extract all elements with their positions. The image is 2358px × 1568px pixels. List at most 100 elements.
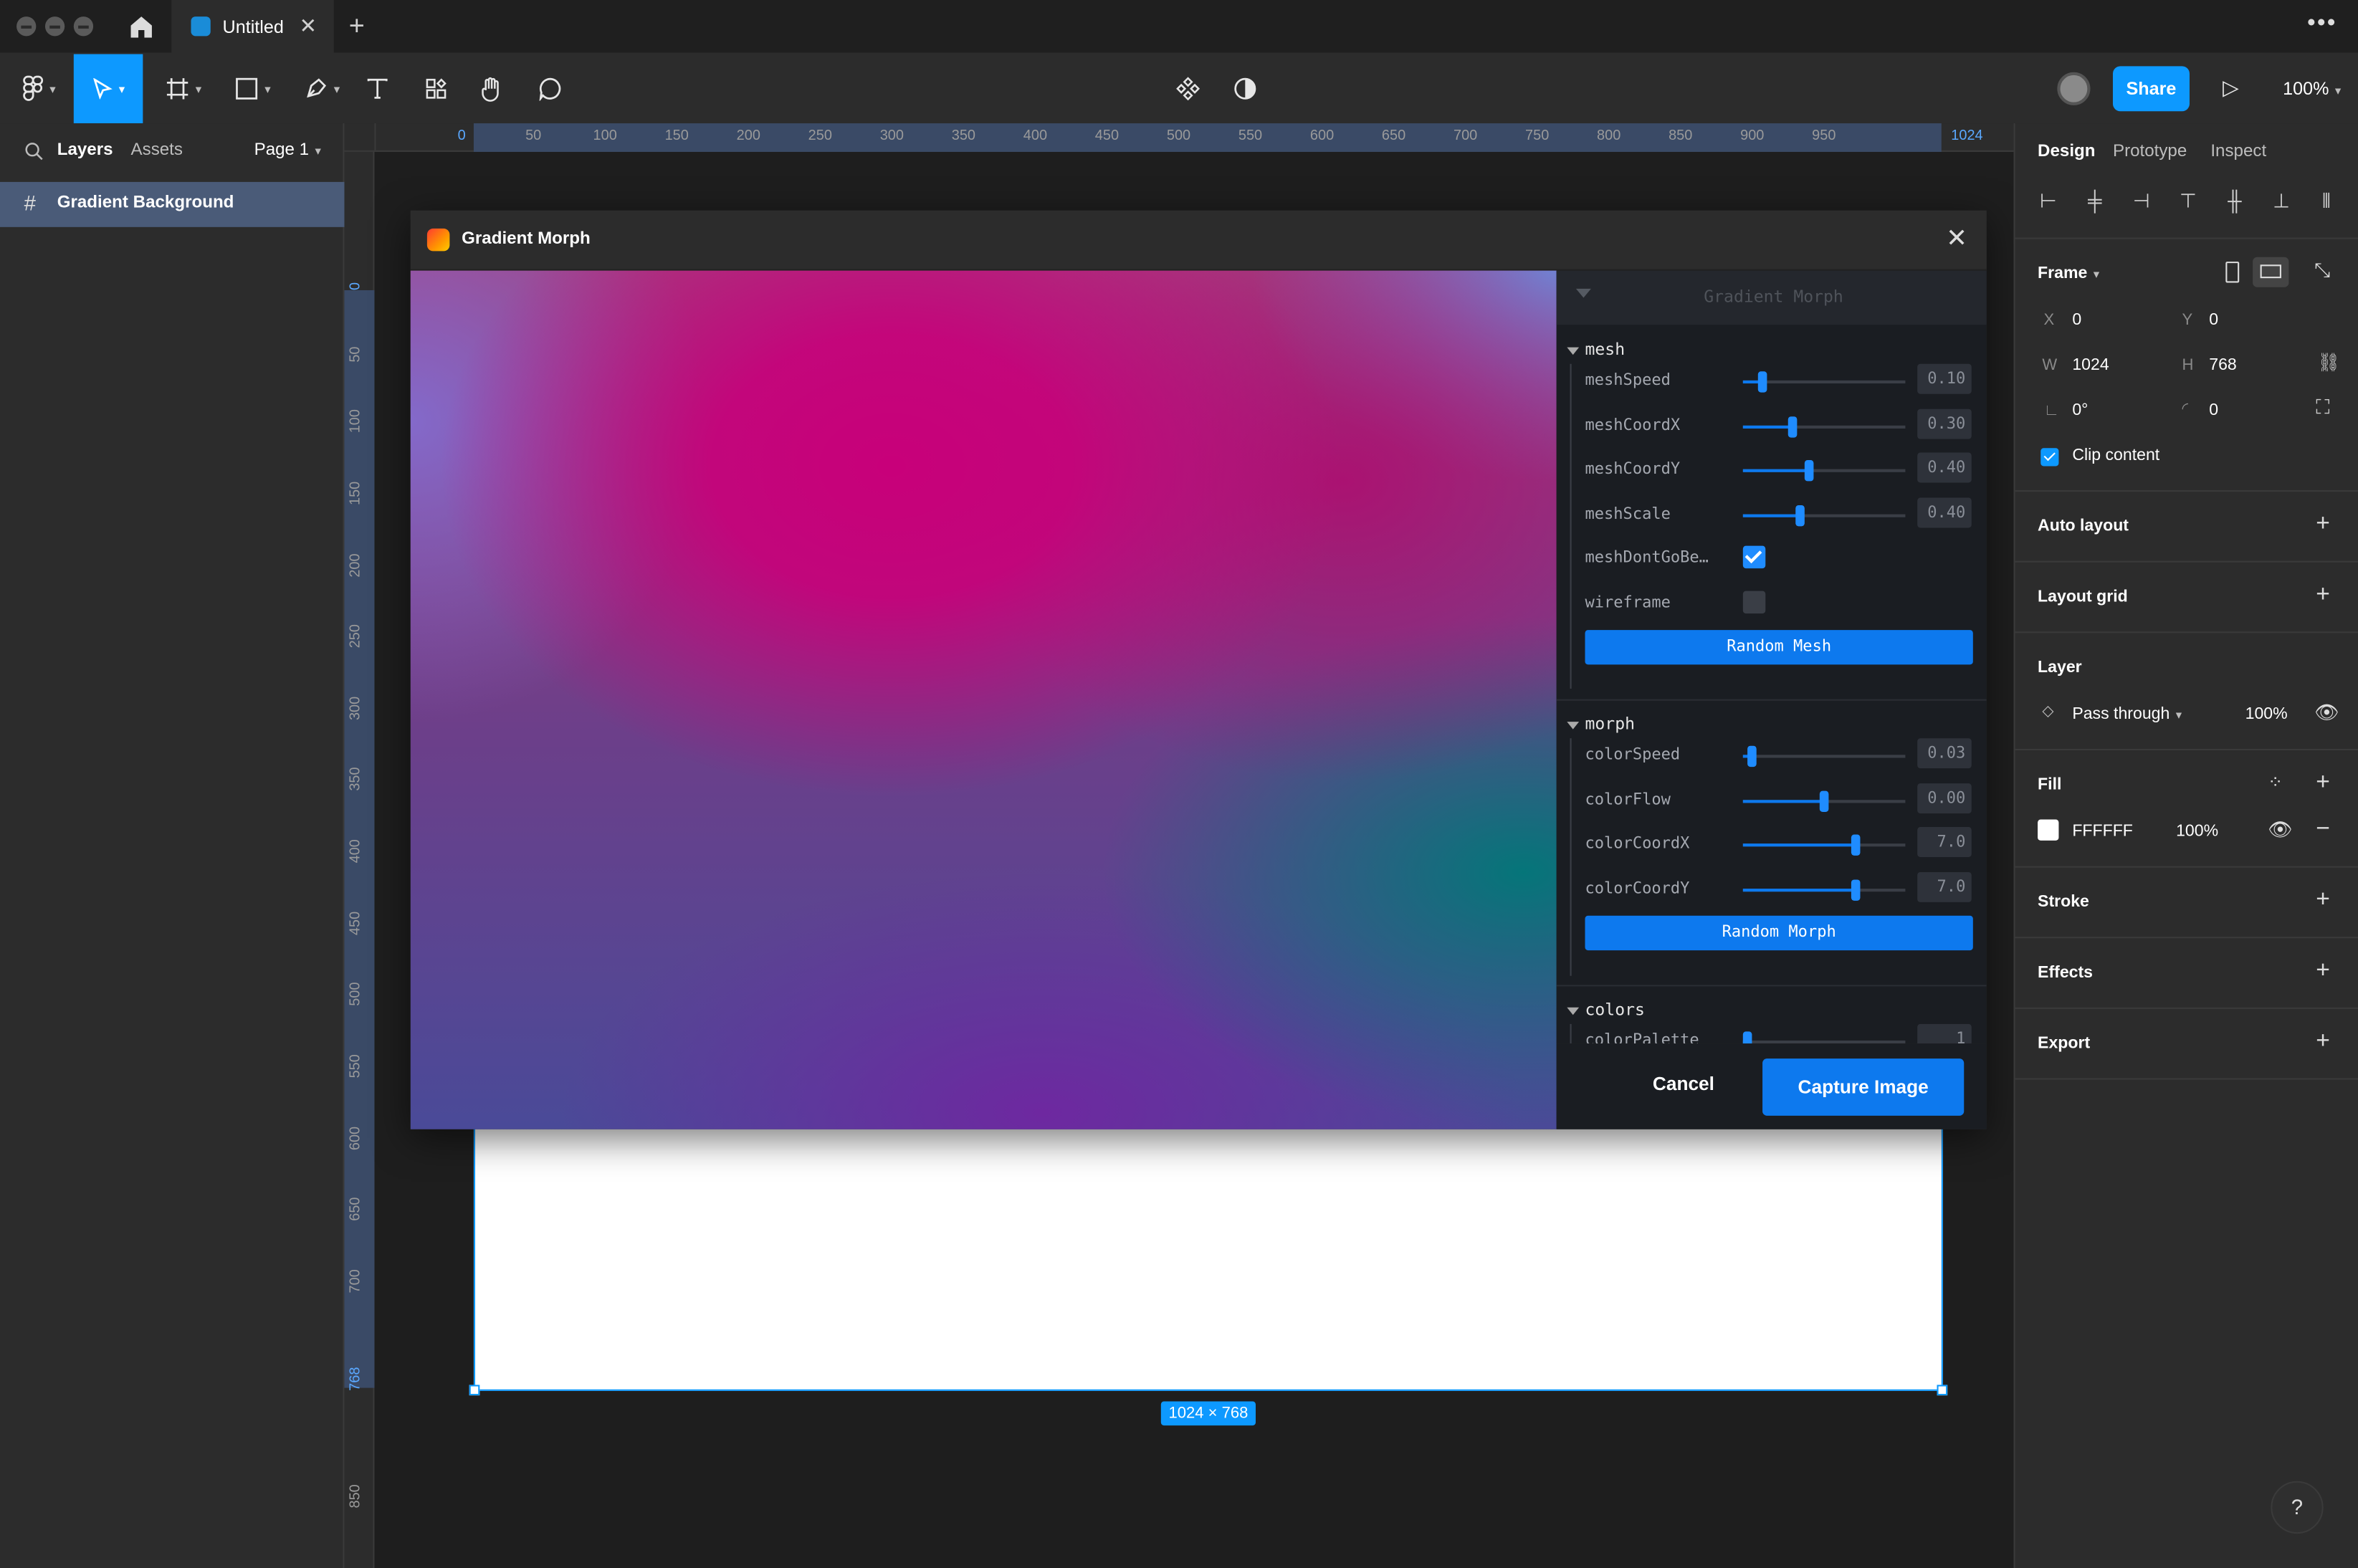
remove-fill-icon[interactable]: − (2316, 816, 2330, 843)
control-value-input[interactable]: 7.0 (1917, 827, 1972, 857)
control-checkbox[interactable] (1742, 591, 1766, 614)
slider-track[interactable] (1742, 460, 1906, 482)
slider-thumb[interactable] (1805, 460, 1814, 482)
fill-color-swatch[interactable] (2038, 819, 2059, 841)
slider-thumb[interactable] (1850, 834, 1860, 856)
add-fill-icon[interactable]: + (2316, 770, 2330, 797)
random-mesh-button[interactable]: Random Mesh (1585, 630, 1973, 665)
folder-morph-title[interactable]: morph (1567, 714, 1636, 734)
rotation-input[interactable]: 0° (2072, 401, 2088, 419)
control-value-input[interactable]: 0.30 (1917, 408, 1972, 439)
file-tab[interactable]: Untitled ✕ (171, 0, 334, 54)
add-layout-grid-icon[interactable]: + (2316, 582, 2330, 609)
add-auto-layout-icon[interactable]: + (2316, 511, 2330, 538)
comment-tool-button[interactable] (533, 54, 568, 124)
slider-thumb[interactable] (1748, 745, 1757, 768)
frame-preset-dropdown[interactable]: Frame ▾ (2038, 264, 2099, 282)
slider-track[interactable] (1742, 416, 1906, 438)
landscape-toggle[interactable] (2253, 257, 2289, 287)
control-value-input[interactable]: 0.10 (1917, 363, 1972, 394)
resize-handle-bottom-right[interactable] (1937, 1385, 1948, 1396)
corner-radius-input[interactable]: 0 (2209, 401, 2218, 419)
appearance-button[interactable] (1227, 54, 1263, 124)
slider-track[interactable] (1742, 790, 1906, 813)
frame-tool-button[interactable]: ▾ (156, 54, 211, 124)
visibility-eye-icon[interactable]: 👁 (2314, 701, 2339, 725)
align-right-icon[interactable]: ⊣ (2128, 189, 2155, 216)
slider-thumb[interactable] (1743, 1031, 1752, 1044)
search-icon[interactable] (24, 141, 44, 161)
style-grid-icon[interactable]: ⁘ (2268, 771, 2283, 792)
height-input[interactable]: 768 (2209, 356, 2237, 374)
zoom-level[interactable]: 100% ▾ (2283, 78, 2341, 99)
more-menu-icon[interactable]: ••• (2307, 11, 2337, 38)
resize-to-fit-icon[interactable]: ⤡ (2314, 259, 2330, 283)
resources-tool-button[interactable] (418, 54, 454, 124)
resize-handle-bottom-left[interactable] (469, 1385, 480, 1396)
layer-opacity-input[interactable]: 100% (2245, 705, 2288, 723)
tab-layers[interactable]: Layers (57, 141, 113, 159)
clip-content-checkbox[interactable] (2040, 448, 2059, 467)
folder-mesh-title[interactable]: mesh (1567, 340, 1626, 359)
align-horizontal-center-icon[interactable]: ╪ (2081, 189, 2109, 216)
user-avatar[interactable] (2057, 72, 2091, 105)
random-morph-button[interactable]: Random Morph (1585, 915, 1973, 951)
slider-track[interactable] (1742, 879, 1906, 901)
control-checkbox[interactable] (1742, 545, 1766, 569)
help-button[interactable]: ? (2271, 1481, 2324, 1534)
cancel-button[interactable]: Cancel (1653, 1074, 1714, 1094)
tab-assets[interactable]: Assets (131, 141, 183, 159)
slider-thumb[interactable] (1850, 879, 1860, 901)
move-tool-button[interactable]: ▾ (73, 54, 143, 124)
slider-thumb[interactable] (1788, 416, 1798, 438)
width-input[interactable]: 1024 (2072, 356, 2109, 374)
pen-tool-button[interactable]: ▾ (295, 54, 349, 124)
add-export-icon[interactable]: + (2316, 1028, 2330, 1056)
align-bottom-icon[interactable]: ⊥ (2268, 189, 2295, 216)
slider-track[interactable] (1742, 505, 1906, 527)
slider-track[interactable] (1742, 745, 1906, 768)
align-vertical-center-icon[interactable]: ╫ (2221, 189, 2248, 216)
slider-track[interactable] (1742, 834, 1906, 856)
control-value-input[interactable]: 0.40 (1917, 497, 1972, 528)
shape-tool-button[interactable]: ▾ (226, 54, 280, 124)
y-input[interactable]: 0 (2209, 311, 2218, 329)
constrain-proportions-icon[interactable]: ⛓ (2317, 352, 2340, 373)
align-top-icon[interactable]: ⊤ (2175, 189, 2202, 216)
add-stroke-icon[interactable]: + (2316, 887, 2330, 914)
align-left-icon[interactable]: ⊢ (2035, 189, 2062, 216)
main-menu-button[interactable]: ▾ (9, 54, 70, 124)
components-button[interactable] (1170, 54, 1206, 124)
home-icon[interactable] (126, 12, 156, 42)
fullscreen-window-button[interactable] (73, 16, 94, 37)
control-value-input[interactable]: 1 (1917, 1023, 1972, 1044)
control-value-input[interactable]: 7.0 (1917, 871, 1972, 902)
capture-image-button[interactable]: Capture Image (1762, 1058, 1965, 1116)
fill-opacity-input[interactable]: 100% (2176, 823, 2218, 841)
distribute-icon[interactable]: ⫴ (2313, 189, 2340, 216)
close-window-button[interactable] (16, 16, 37, 37)
control-value-input[interactable]: 0.03 (1917, 738, 1972, 769)
text-tool-button[interactable] (361, 54, 394, 124)
controls-title-bar[interactable]: Gradient Morph (1556, 270, 1987, 325)
slider-thumb[interactable] (1757, 371, 1767, 393)
slider-thumb[interactable] (1795, 505, 1805, 527)
hand-tool-button[interactable] (474, 54, 510, 124)
x-input[interactable]: 0 (2072, 311, 2081, 329)
add-effect-icon[interactable]: + (2316, 958, 2330, 985)
control-value-input[interactable]: 0.00 (1917, 783, 1972, 814)
layer-row[interactable]: # Gradient Background (0, 181, 345, 227)
control-value-input[interactable]: 0.40 (1917, 452, 1972, 483)
slider-thumb[interactable] (1819, 790, 1829, 813)
minimize-window-button[interactable] (44, 16, 65, 37)
portrait-icon[interactable] (2225, 262, 2240, 283)
close-plugin-icon[interactable]: ✕ (1946, 224, 1967, 254)
page-selector[interactable]: Page 1 ▾ (254, 141, 321, 159)
present-play-icon[interactable]: ▷ (2223, 75, 2239, 101)
close-tab-icon[interactable]: ✕ (300, 14, 318, 39)
fill-hex-input[interactable]: FFFFFF (2072, 823, 2133, 841)
blend-mode-dropdown[interactable]: Pass through ▾ (2072, 705, 2182, 723)
share-button[interactable]: Share (2112, 66, 2190, 112)
new-tab-icon[interactable]: + (349, 11, 365, 42)
folder-colors-title[interactable]: colors (1567, 1000, 1645, 1019)
